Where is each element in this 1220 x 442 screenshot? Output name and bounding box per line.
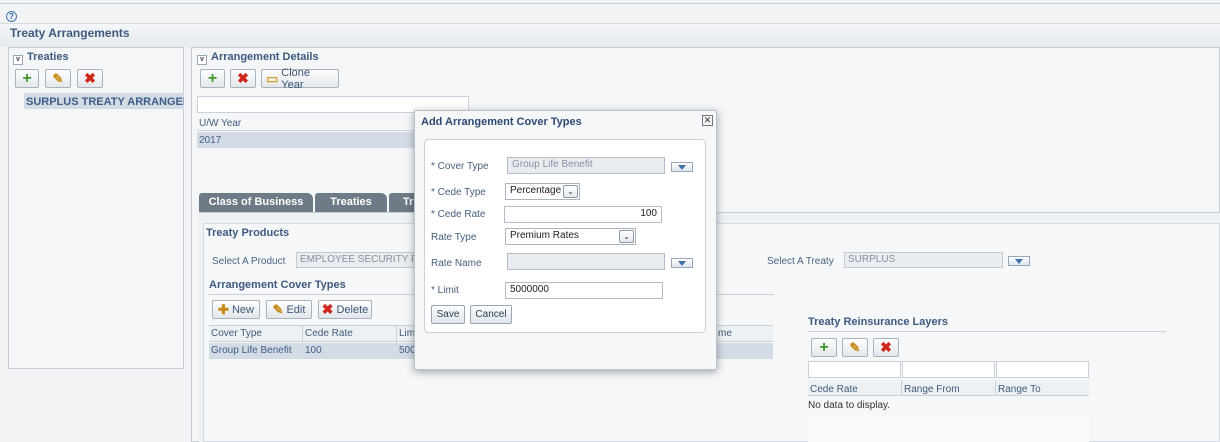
col-sep: [901, 380, 902, 396]
delete-arrangement-button[interactable]: ✖: [230, 69, 256, 88]
new-label: New: [231, 303, 254, 316]
col-range-to[interactable]: Range To: [998, 384, 1041, 395]
col-cede-rate[interactable]: Cede Rate: [305, 328, 353, 339]
cover-type-dropdown-icon[interactable]: [671, 162, 693, 172]
limit-label: * Limit: [431, 285, 459, 296]
help-icon[interactable]: ?: [6, 11, 17, 22]
treaty-products-header: Treaty Products: [206, 227, 290, 239]
top-bar: [0, 0, 1220, 4]
page-title: Treaty Arrangements: [10, 26, 130, 40]
rate-type-select[interactable]: Premium Rates ⌄: [505, 228, 636, 245]
delete-cover-type-button[interactable]: ✖ Delete: [318, 300, 372, 319]
add-icon: +: [22, 70, 32, 87]
add-icon: +: [819, 339, 829, 356]
dialog-body: * Cover Type Group Life Benefit * Cede T…: [424, 139, 706, 333]
select-product-field[interactable]: EMPLOYEE SECURITY PLAN: [296, 252, 416, 268]
rate-name-field[interactable]: [507, 253, 665, 270]
col-sep: [995, 380, 996, 396]
cede-rate-label: * Cede Rate: [431, 209, 486, 220]
uw-year-header: U/W Year: [199, 118, 242, 129]
cede-type-label: * Cede Type: [431, 187, 486, 198]
filter-cede-rate[interactable]: [808, 361, 901, 378]
new-cover-type-button[interactable]: ✚ New: [212, 300, 260, 319]
col-cover-type[interactable]: Cover Type: [211, 328, 262, 339]
arrangement-header[interactable]: v Arrangement Details: [197, 51, 319, 65]
cell-cede-rate: 100: [305, 345, 322, 356]
delete-icon: ✖: [84, 70, 96, 86]
cede-rate-input[interactable]: 100: [504, 206, 662, 223]
uw-year-value: 2017: [199, 135, 222, 146]
cell-cover-type: Group Life Benefit: [211, 345, 292, 356]
clone-year-button[interactable]: ▭ Clone Year: [261, 66, 339, 91]
tab-class-of-business[interactable]: Class of Business: [199, 193, 313, 212]
cover-types-header: Arrangement Cover Types: [209, 279, 346, 291]
edit-treaty-button[interactable]: ✎: [45, 69, 71, 88]
filter-range-from[interactable]: [902, 361, 995, 378]
page-title-bar: [0, 23, 1220, 47]
new-icon: ✚: [218, 302, 229, 317]
arrangement-header-label: Arrangement Details: [211, 51, 319, 63]
edit-layer-button[interactable]: ✎: [842, 338, 868, 357]
save-button[interactable]: Save: [431, 305, 465, 324]
rate-type-label: Rate Type: [431, 232, 477, 243]
select-treaty-dropdown-icon[interactable]: [1008, 256, 1030, 266]
empty-message: No data to display.: [808, 400, 891, 411]
folder-icon: ▭: [266, 71, 279, 86]
cover-type-label: * Cover Type: [431, 161, 489, 172]
add-icon: +: [207, 70, 218, 87]
col-range-from[interactable]: Range From: [904, 384, 960, 395]
delete-icon: ✖: [321, 301, 334, 317]
cede-type-select[interactable]: Percentage ⌄: [505, 183, 580, 200]
select-treaty-field[interactable]: SURPLUS: [844, 252, 1003, 268]
delete-icon: ✖: [237, 70, 249, 86]
layers-body: [808, 415, 1089, 442]
collapse-icon[interactable]: v: [197, 55, 207, 65]
add-treaty-button[interactable]: +: [15, 69, 39, 88]
collapse-icon[interactable]: v: [13, 55, 23, 65]
chevron-down-icon: ⌄: [563, 185, 578, 198]
divider: [808, 331, 1166, 332]
limit-input[interactable]: 5000000: [505, 282, 663, 299]
add-layer-button[interactable]: +: [811, 338, 837, 357]
edit-cover-type-button[interactable]: ✎ Edit: [266, 300, 312, 319]
rate-type-value: Premium Rates: [510, 230, 579, 241]
rate-name-label: Rate Name: [431, 258, 482, 269]
clone-year-label: Clone Year: [281, 66, 311, 91]
col-cede-rate[interactable]: Cede Rate: [810, 384, 858, 395]
treaties-header-label: Treaties: [27, 51, 69, 63]
delete-layer-button[interactable]: ✖: [873, 338, 899, 357]
col-name[interactable]: me: [718, 328, 732, 339]
pencil-icon: ✎: [849, 340, 861, 355]
filter-range-to[interactable]: [996, 361, 1089, 378]
pencil-icon: ✎: [272, 302, 284, 317]
col-limit[interactable]: Lim: [399, 328, 415, 339]
add-cover-types-dialog: Add Arrangement Cover Types ✕ * Cover Ty…: [414, 110, 717, 370]
rate-name-dropdown-icon[interactable]: [671, 258, 693, 268]
tab-treaties[interactable]: Treaties: [315, 193, 387, 212]
add-arrangement-button[interactable]: +: [200, 69, 225, 88]
cede-type-value: Percentage: [510, 185, 562, 196]
chevron-down-icon: ⌄: [619, 230, 634, 243]
cover-type-field[interactable]: Group Life Benefit: [507, 157, 665, 174]
treaty-list-item[interactable]: SURPLUS TREATY ARRANGEMENT: [26, 96, 184, 108]
cancel-button[interactable]: Cancel: [470, 305, 512, 324]
delete-icon: ✖: [880, 339, 892, 355]
layers-header: Treaty Reinsurance Layers: [808, 316, 949, 328]
delete-treaty-button[interactable]: ✖: [77, 69, 103, 88]
dialog-title: Add Arrangement Cover Types: [421, 116, 582, 128]
edit-label: Edit: [286, 303, 306, 316]
select-treaty-label: Select A Treaty: [767, 256, 834, 267]
treaties-header[interactable]: v Treaties: [13, 51, 69, 65]
close-icon[interactable]: ✕: [702, 115, 713, 126]
delete-label: Delete: [336, 303, 369, 316]
pencil-icon: ✎: [52, 71, 64, 86]
select-product-label: Select A Product: [212, 256, 286, 267]
